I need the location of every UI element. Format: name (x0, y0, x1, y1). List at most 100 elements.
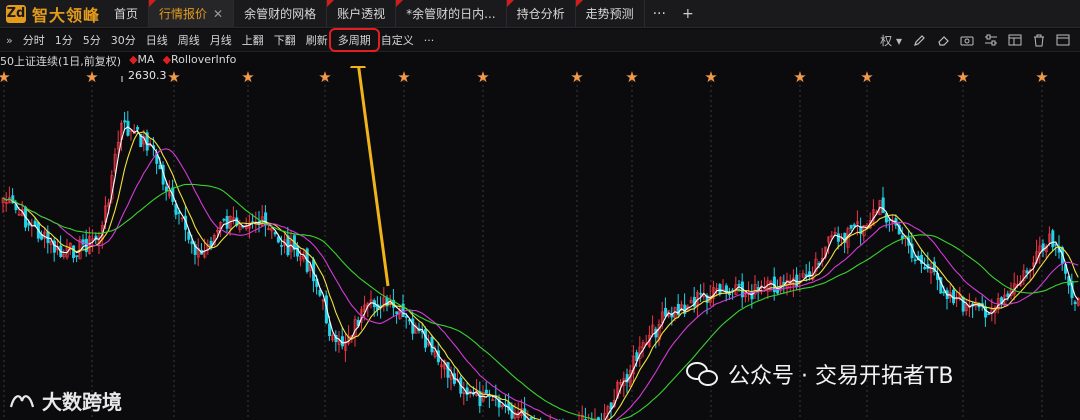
tab-6[interactable]: 持仓分析 (506, 0, 576, 27)
watermark-right: 公众号 · 交易开拓者TB (686, 358, 954, 390)
candle (401, 303, 405, 318)
candle (136, 126, 140, 130)
candle (849, 225, 853, 229)
candle (273, 232, 277, 235)
tab-label: 走势预测 (585, 7, 634, 21)
add-tab-button[interactable]: + (674, 0, 702, 27)
window-icon[interactable] (1056, 34, 1070, 46)
candle (852, 224, 856, 227)
more-tabs-icon[interactable]: ··· (645, 0, 674, 27)
candle (1051, 230, 1055, 248)
close-icon[interactable]: ✕ (213, 7, 223, 21)
candle (123, 120, 127, 123)
candle (225, 215, 229, 229)
toolbar-item[interactable]: 上翻 (237, 32, 269, 48)
toolbar-item[interactable]: 5分 (78, 32, 106, 48)
rollover-star-icon: ★ (704, 68, 717, 86)
toolbar-item[interactable]: 月线 (205, 32, 237, 48)
tab-3[interactable]: 余管财的网格 (234, 0, 328, 27)
candle (280, 245, 284, 247)
toolbar-item[interactable]: 周线 (173, 32, 205, 48)
candle (913, 259, 917, 262)
ma-legend[interactable]: ◆MA (129, 53, 154, 67)
tab-label: 账户透视 (337, 7, 386, 21)
tab-flag (506, 0, 514, 7)
candle (699, 293, 703, 295)
toolbar-item[interactable]: 刷新 (301, 32, 333, 48)
candle (1073, 301, 1077, 305)
rollover-star-icon: ★ (0, 68, 11, 86)
tab-label: 行情报价 (159, 7, 208, 21)
tab-4[interactable]: 账户透视 (327, 0, 397, 27)
arrow-head-icon (350, 66, 366, 68)
wechat-icon (686, 360, 720, 388)
candle (942, 291, 946, 294)
tab-1[interactable]: 首页 (104, 0, 150, 27)
app-logo: Zd 智大领峰 (0, 0, 104, 27)
expand-icon[interactable]: » (0, 34, 18, 47)
candle (718, 284, 722, 295)
multi-period-button[interactable]: 多周期 (328, 28, 380, 52)
candle (411, 318, 415, 334)
snapshot-icon[interactable] (960, 34, 974, 46)
candle (488, 395, 492, 397)
toolbar-item[interactable]: 下翻 (269, 32, 301, 48)
rollover-star-icon: ★ (167, 68, 180, 86)
toolbar-item[interactable]: 30分 (106, 32, 141, 48)
candle (404, 316, 408, 318)
tab-flag (149, 0, 157, 7)
annotation-arrow (357, 66, 390, 287)
app-window: { "app": {"logo_mark": "Zd", "logo_text"… (0, 0, 1080, 420)
candle (72, 245, 76, 259)
candle (446, 362, 450, 378)
rollover-star-icon: ★ (476, 68, 489, 86)
chart-toolbar: » 分时 1分 5分 30分 日线 周线 月线 上翻 下翻 刷新 多周期 自定义 ··· 权 ▾ (0, 28, 1080, 52)
layout-icon[interactable] (1008, 34, 1022, 46)
eraser-icon[interactable] (936, 34, 950, 46)
candle (328, 323, 332, 336)
tab-5[interactable]: *余管财的日内... (396, 0, 507, 27)
toolbar-item[interactable]: 分时 (18, 32, 50, 48)
candle (987, 313, 991, 315)
candle (881, 197, 885, 214)
toolbar-item[interactable]: 日线 (141, 32, 173, 48)
tab-label: *余管财的日内... (406, 7, 496, 21)
rollover-star-icon: ★ (956, 68, 969, 86)
tab-flag (575, 0, 583, 7)
adjust-weight-dropdown[interactable]: 权 ▾ (880, 32, 902, 49)
toolbar-item[interactable]: 自定义 (376, 32, 419, 48)
rollover-star-icon: ★ (625, 68, 638, 86)
tab-7[interactable]: 走势预测 (575, 0, 645, 27)
candle (961, 296, 965, 312)
app-name: 智大领峰 (32, 5, 101, 25)
delete-icon[interactable] (1032, 34, 1046, 46)
candle (318, 290, 322, 296)
tab-flag (327, 0, 335, 7)
candle (222, 218, 226, 221)
tab-bar: Zd 智大领峰 首页 行情报价 ✕ 余管财的网格 账户透视 *余管财的日内... 持仓分析 走… (0, 0, 1080, 28)
candle (484, 389, 488, 394)
rollover-star-icon: ★ (397, 68, 410, 86)
symbol-label: 50上证连续(1日,前复权) (0, 55, 122, 68)
candle (952, 289, 956, 304)
tab-label: 持仓分析 (516, 7, 565, 21)
tab-2[interactable]: 行情报价 ✕ (149, 0, 235, 27)
candle (52, 240, 56, 253)
tab-label: 余管财的网格 (244, 7, 317, 21)
toolbar-right: 权 ▾ (880, 32, 1080, 49)
candle (728, 293, 732, 296)
rollover-star-icon: ★ (860, 68, 873, 86)
toolbar-item[interactable]: 1分 (50, 32, 78, 48)
rollover-star-icon: ★ (1035, 68, 1048, 86)
toolbar-item[interactable]: ··· (419, 34, 440, 47)
candle (836, 233, 840, 242)
candle (1025, 270, 1029, 274)
rollover-legend[interactable]: ◆RolloverInfo (163, 53, 237, 67)
edit-icon[interactable] (912, 34, 926, 46)
watermark-left: 大数跨境 (8, 386, 122, 415)
logo-icon: Zd (6, 4, 26, 23)
chart-legend: 50上证连续(1日,前复权) ◆MA ◆RolloverInfo (0, 53, 237, 68)
tab-label: 首页 (114, 7, 139, 21)
brand-icon (9, 394, 35, 407)
settings-sliders-icon[interactable] (984, 34, 998, 46)
